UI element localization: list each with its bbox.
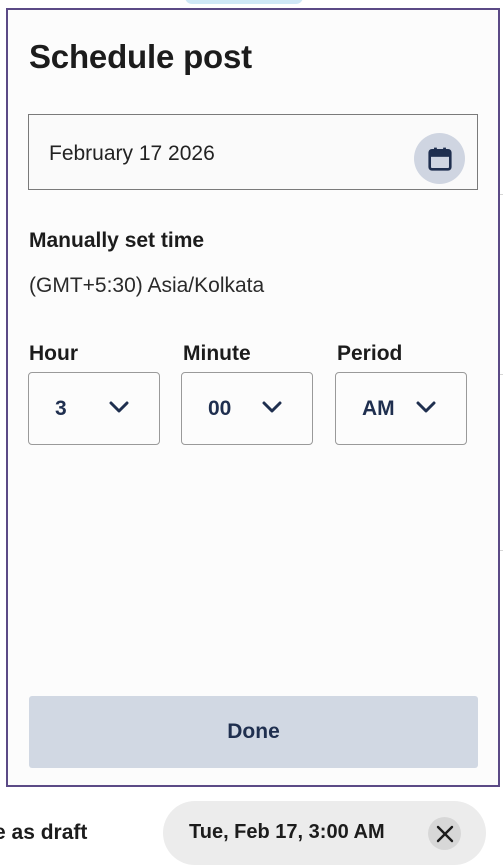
date-field[interactable]: February 17 2026 bbox=[28, 114, 478, 190]
chevron-down-icon bbox=[416, 401, 436, 413]
manual-time-label: Manually set time bbox=[29, 229, 205, 252]
schedule-post-modal: Schedule post February 17 2026 Manually … bbox=[6, 8, 500, 787]
period-select[interactable]: AM bbox=[335, 372, 467, 445]
minute-label: Minute bbox=[183, 342, 251, 365]
hour-label: Hour bbox=[29, 342, 78, 365]
modal-title: Schedule post bbox=[29, 38, 252, 75]
minute-select[interactable]: 00 bbox=[181, 372, 313, 445]
done-button[interactable]: Done bbox=[29, 696, 478, 768]
date-value: February 17 2026 bbox=[49, 142, 215, 165]
minute-value: 00 bbox=[208, 397, 232, 420]
hour-select[interactable]: 3 bbox=[28, 372, 160, 445]
clear-schedule-button[interactable] bbox=[428, 817, 461, 850]
close-icon bbox=[436, 825, 453, 842]
page: Schedule post February 17 2026 Manually … bbox=[0, 0, 503, 868]
background-pill bbox=[185, 0, 303, 4]
scheduled-time-chip[interactable]: Tue, Feb 17, 3:00 AM bbox=[163, 801, 486, 865]
timezone-text: (GMT+5:30) Asia/Kolkata bbox=[29, 274, 265, 297]
calendar-button[interactable] bbox=[414, 133, 465, 184]
chevron-down-icon bbox=[109, 401, 129, 413]
scheduled-time-text: Tue, Feb 17, 3:00 AM bbox=[189, 821, 385, 843]
save-as-draft-text[interactable]: e as draft bbox=[0, 821, 87, 845]
chevron-down-icon bbox=[262, 401, 282, 413]
period-label: Period bbox=[337, 342, 403, 365]
hour-value: 3 bbox=[55, 397, 67, 420]
calendar-icon bbox=[427, 147, 452, 171]
period-value: AM bbox=[362, 397, 395, 420]
